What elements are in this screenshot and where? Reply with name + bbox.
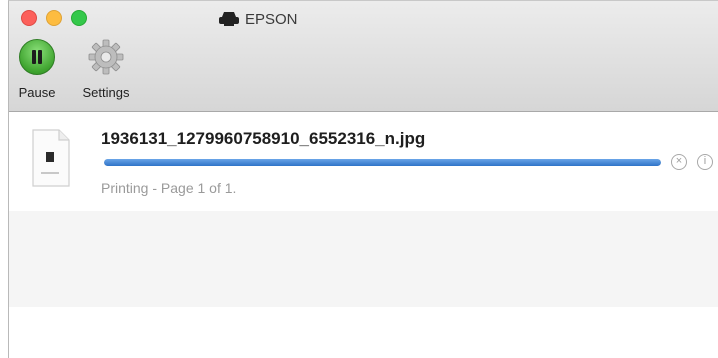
empty-queue-row: [9, 211, 718, 307]
settings-button[interactable]: Settings: [67, 39, 145, 100]
job-progress-fill: [104, 159, 661, 166]
cancel-job-icon[interactable]: ×: [671, 154, 687, 170]
pause-button[interactable]: Pause: [11, 39, 63, 100]
window-title-text: EPSON: [245, 10, 298, 28]
job-status-text: Printing - Page 1 of 1.: [101, 180, 237, 196]
print-queue-window: EPSON Pause Settings 1936131_12799607589…: [8, 0, 718, 358]
printer-icon: [219, 12, 239, 26]
document-icon: [32, 129, 70, 187]
close-window-button[interactable]: [21, 10, 37, 26]
gear-icon: [88, 39, 124, 75]
pause-icon: [19, 39, 55, 75]
toolbar: EPSON Pause Settings: [9, 1, 718, 112]
settings-label: Settings: [82, 85, 130, 100]
pause-label: Pause: [18, 85, 56, 100]
print-job-row[interactable]: 1936131_1279960758910_6552316_n.jpg × i …: [9, 112, 718, 211]
minimize-window-button[interactable]: [46, 10, 62, 26]
window-title: EPSON: [219, 8, 298, 30]
job-progress-bar: [104, 159, 661, 166]
job-file-name: 1936131_1279960758910_6552316_n.jpg: [101, 129, 426, 148]
job-info-icon[interactable]: i: [697, 154, 713, 170]
zoom-window-button[interactable]: [71, 10, 87, 26]
